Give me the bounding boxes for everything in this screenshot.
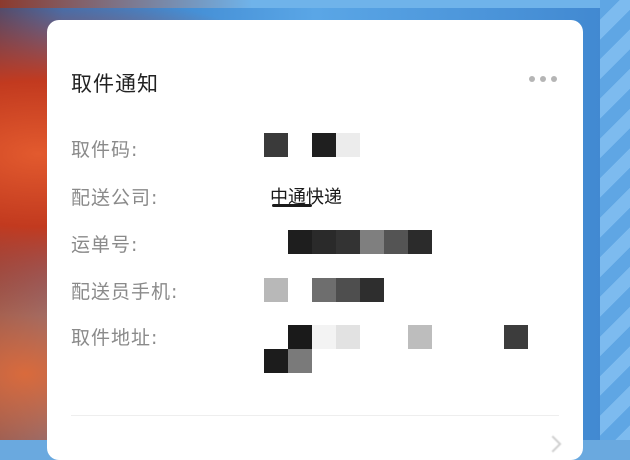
card-title: 取件通知 — [71, 72, 159, 96]
pickup-address-value-redacted — [264, 325, 534, 373]
tracking-number-value-redacted — [288, 230, 432, 254]
tracking-number-label: 运单号: — [71, 234, 139, 256]
pickup-notification-card[interactable]: 取件通知 取件码: 配送公司: 中通快递 运单号: 配送员手机: 取件地址: — [47, 20, 583, 460]
pickup-code-label: 取件码: — [71, 139, 139, 161]
more-dot — [551, 76, 557, 82]
more-dot — [529, 76, 535, 82]
card-divider — [71, 415, 559, 416]
chevron-right-icon — [544, 435, 562, 453]
wallpaper-top-strip — [0, 0, 630, 8]
courier-company-underline — [272, 204, 312, 207]
pickup-code-value-redacted — [264, 133, 374, 157]
more-horizontal-icon[interactable] — [529, 75, 557, 83]
courier-phone-label: 配送员手机: — [71, 281, 179, 303]
wallpaper-right-pattern — [600, 0, 630, 440]
pickup-address-label: 取件地址: — [71, 327, 159, 349]
card-footer-link-blurred[interactable] — [71, 434, 191, 460]
more-dot — [540, 76, 546, 82]
courier-company-label: 配送公司: — [71, 187, 159, 209]
courier-phone-value-redacted — [264, 278, 384, 302]
